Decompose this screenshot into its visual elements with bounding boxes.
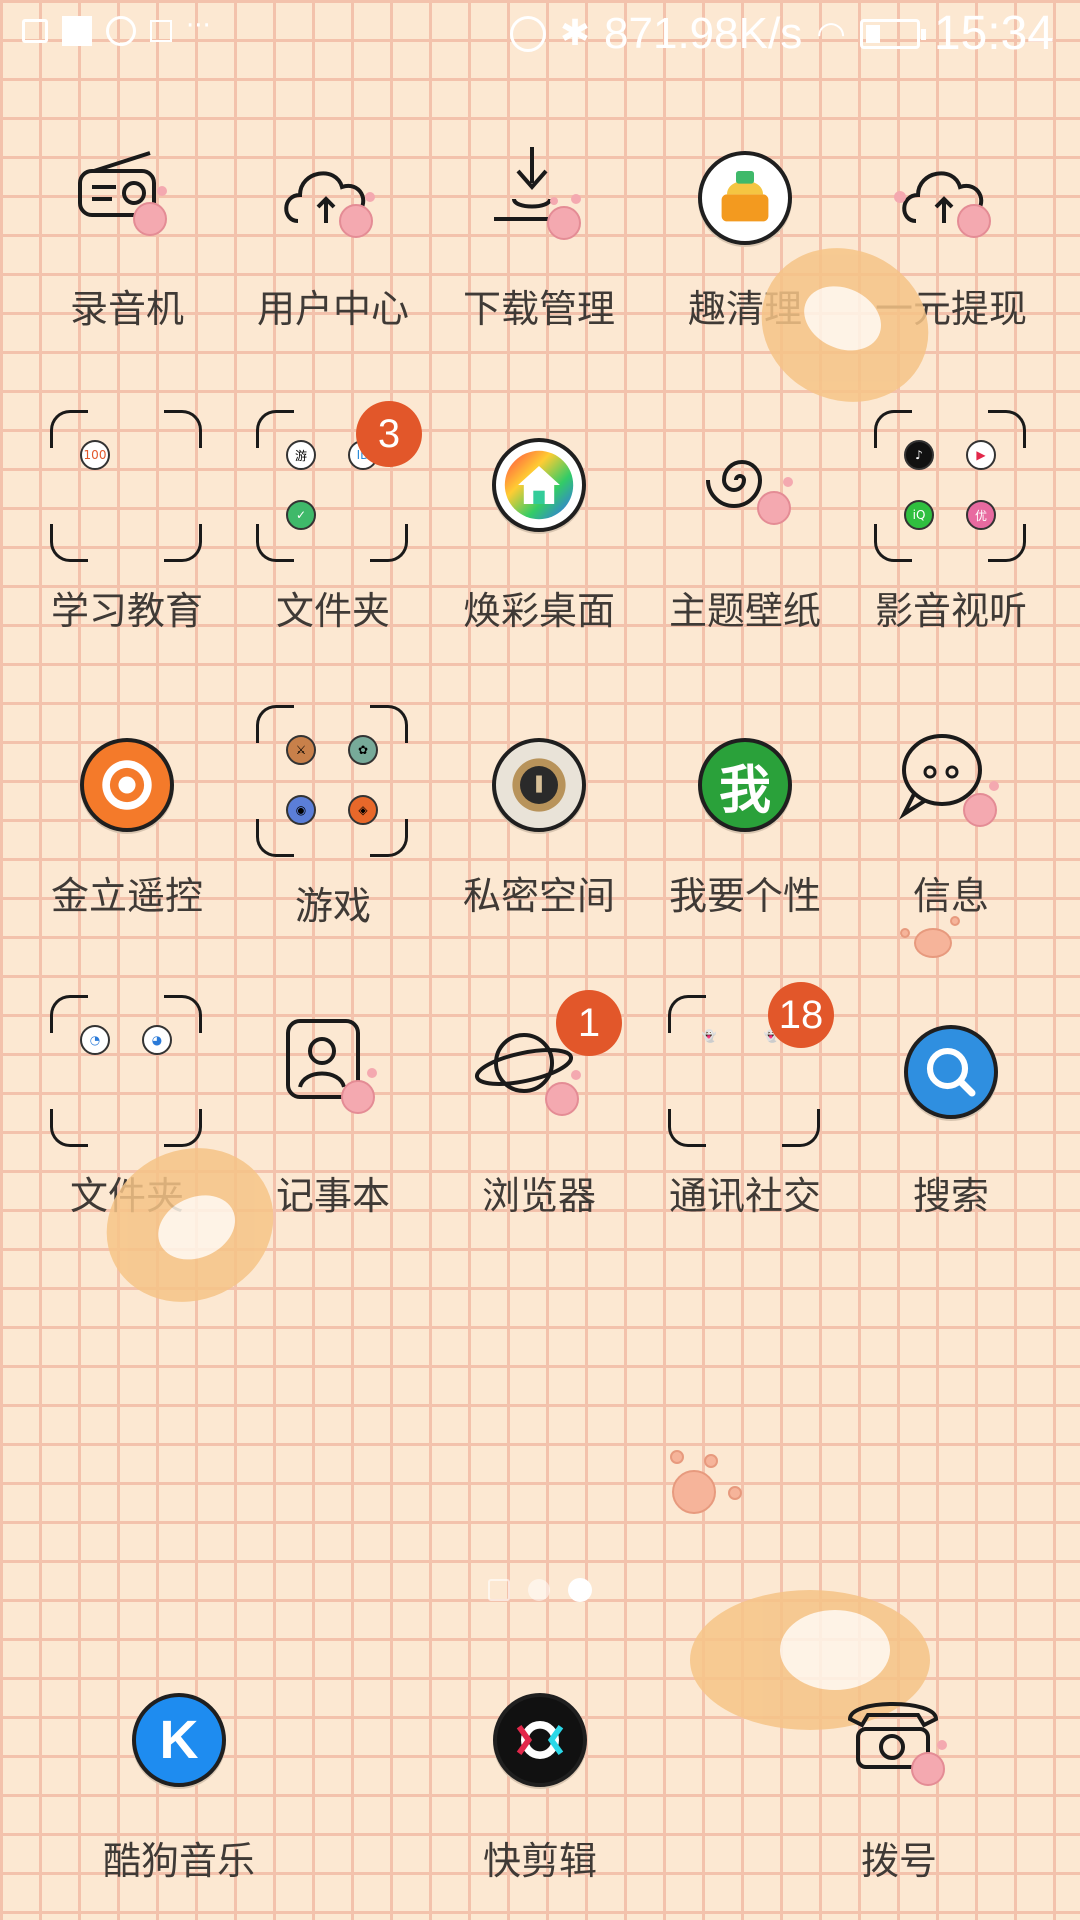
app-label: 金立遥控 xyxy=(50,874,203,918)
check-app-icon: ✓ xyxy=(286,500,316,530)
gallery-notification-icon xyxy=(22,19,48,43)
battery-icon xyxy=(859,18,926,49)
pdf-app-icon: ◕ xyxy=(142,1025,172,1055)
bluetooth-icon: ✱ xyxy=(559,13,591,54)
app-label: 文件夹 xyxy=(275,589,390,633)
app-label: 主题壁纸 xyxy=(668,589,821,633)
app-label: 影音视听 xyxy=(874,589,1027,633)
app-messages[interactable]: 信息 xyxy=(848,734,1054,995)
game-hero-icon: ⚔ xyxy=(286,735,316,765)
lock-icon xyxy=(489,735,589,835)
app-gionee-remote[interactable]: 金立遥控 xyxy=(24,735,230,995)
status-bar: ··· ✱ 871.98K/s ◠ 15:34 xyxy=(0,0,1080,78)
search-icon xyxy=(901,1022,1001,1122)
app-label: 信息 xyxy=(912,874,989,918)
clock: 15:34 xyxy=(933,7,1054,60)
download-icon xyxy=(489,147,589,248)
notification-badge: 3 xyxy=(356,401,422,467)
folder-media[interactable]: ♪ ▶ iQ 优 影音视听 xyxy=(848,410,1054,675)
cloud-user-icon xyxy=(283,148,383,248)
app-label: 焕彩桌面 xyxy=(462,589,615,633)
status-right: ✱ 871.98K/s ◠ 15:34 xyxy=(509,6,1054,61)
app-private-space[interactable]: 私密空间 xyxy=(436,735,642,995)
iqiyi-icon: iQ xyxy=(904,500,934,530)
app-browser[interactable]: 1 浏览器 xyxy=(436,990,642,1282)
folder-games[interactable]: ⚔ ✿ ◉ ◈ 游戏 xyxy=(230,705,436,970)
app-label: 我要个性 xyxy=(668,874,821,918)
app-label: 搜索 xyxy=(912,1174,989,1218)
folder-files[interactable]: 游 ID ✓ 3 文件夹 xyxy=(230,401,436,675)
globe-icon xyxy=(106,16,136,46)
folder-frame: ◔ ◕ xyxy=(50,995,202,1147)
game-fire-icon: ◈ xyxy=(348,795,378,825)
app-recorder[interactable]: 录音机 xyxy=(24,148,230,408)
page-dot-2[interactable] xyxy=(528,1579,550,1601)
page-dot-1[interactable] xyxy=(488,1579,510,1601)
more-notifications-icon: ··· xyxy=(186,11,211,41)
app-label: 酷狗音乐 xyxy=(102,1839,255,1883)
phone-icon xyxy=(847,1690,949,1790)
notification-badge: 18 xyxy=(768,982,834,1048)
app-label: 通讯社交 xyxy=(668,1174,821,1218)
folder-frame: ♪ ▶ iQ 优 xyxy=(874,410,1026,562)
network-speed: 871.98K/s xyxy=(604,8,803,58)
notification-badge: 1 xyxy=(556,990,622,1056)
app-label: 浏览器 xyxy=(481,1174,596,1218)
clock-app-icon: ◔ xyxy=(80,1025,110,1055)
app-notification-icon xyxy=(62,16,92,46)
youku-icon: 优 xyxy=(966,500,996,530)
folder-frame: 100 xyxy=(50,410,202,562)
folder-frame: ⚔ ✿ ◉ ◈ xyxy=(256,705,408,857)
notepad-icon xyxy=(283,1019,383,1122)
page-indicator[interactable] xyxy=(488,1578,592,1602)
app-label: 快剪辑 xyxy=(482,1839,597,1883)
kugou-icon: K xyxy=(129,1690,229,1790)
qq-icon: 👻 xyxy=(701,1029,717,1043)
home-icon xyxy=(489,435,589,535)
app-label: 下载管理 xyxy=(462,287,615,331)
wifi-icon: ◠ xyxy=(816,13,846,54)
game-controller-icon: 游 xyxy=(286,440,316,470)
app-search[interactable]: 搜索 xyxy=(848,1022,1054,1282)
app-personalize[interactable]: 我 我要个性 xyxy=(642,735,848,995)
video-play-icon: ▶ xyxy=(966,440,996,470)
spiral-icon xyxy=(695,435,795,535)
app-label: 用户中心 xyxy=(256,287,409,331)
status-left: ··· xyxy=(22,11,211,46)
app-colorful-desktop[interactable]: 焕彩桌面 xyxy=(436,415,642,675)
broom-cleaner-icon xyxy=(695,148,795,248)
dock-dialer[interactable]: 拨号 xyxy=(796,1690,1002,1920)
wo-icon: 我 xyxy=(695,735,795,835)
store-icon xyxy=(150,20,172,42)
dock-kugou-music[interactable]: K 酷狗音乐 xyxy=(76,1690,282,1920)
folder-social[interactable]: 👻 👻 18 通讯社交 xyxy=(642,982,848,1260)
tiktok-icon: ♪ xyxy=(904,440,934,470)
message-icon xyxy=(898,734,1001,835)
app-label: 录音机 xyxy=(69,287,184,331)
dock-quick-clip[interactable]: 快剪辑 xyxy=(437,1690,643,1920)
game-battle-icon: ◉ xyxy=(286,795,316,825)
page-dot-3-active[interactable] xyxy=(568,1578,592,1602)
folder-study[interactable]: 100 学习教育 xyxy=(24,410,230,675)
app-user-center[interactable]: 用户中心 xyxy=(230,148,436,408)
study-app-icon: 100 xyxy=(80,440,110,470)
app-download-manager[interactable]: 下载管理 xyxy=(436,147,642,408)
app-theme-wallpaper[interactable]: 主题壁纸 xyxy=(642,415,848,675)
remote-icon xyxy=(77,735,177,835)
game-mushroom-icon: ✿ xyxy=(348,735,378,765)
app-label: 私密空间 xyxy=(462,874,615,918)
cloud-cash-icon xyxy=(894,148,1001,248)
app-label: 拨号 xyxy=(860,1839,937,1883)
vibrate-icon xyxy=(509,15,546,52)
app-label: 游戏 xyxy=(294,884,371,928)
app-label: 学习教育 xyxy=(50,589,203,633)
clip-icon xyxy=(490,1690,590,1790)
radio-icon xyxy=(77,148,177,248)
